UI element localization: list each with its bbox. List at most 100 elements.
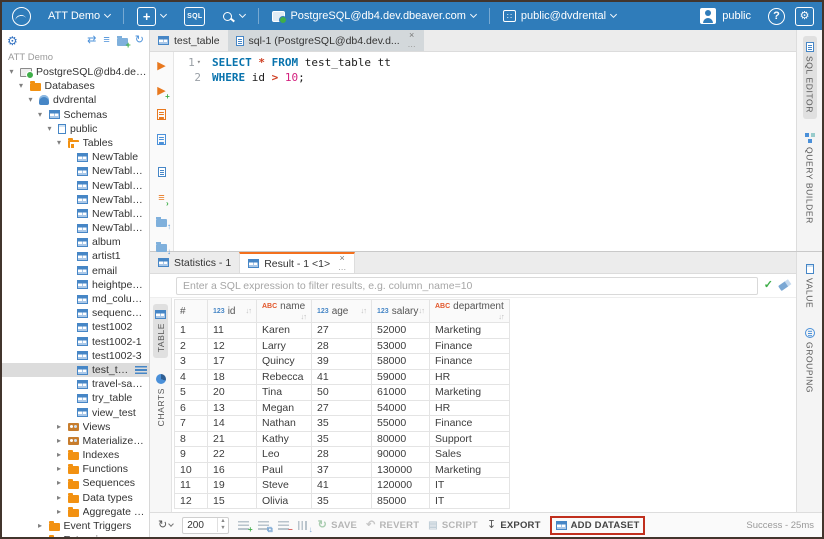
side-tab-query-builder[interactable]: QUERY BUILDER xyxy=(803,127,817,230)
data-cell[interactable]: 54000 xyxy=(372,400,430,416)
expander-down-icon[interactable] xyxy=(36,108,45,122)
fold-icon[interactable]: ▾ xyxy=(197,55,201,70)
data-cell[interactable]: 130000 xyxy=(372,462,430,478)
tree-item-md-column1[interactable]: md_column1 xyxy=(2,292,149,306)
tree-item-artist1[interactable]: artist1 xyxy=(2,249,149,263)
sort-icon[interactable] xyxy=(246,306,252,315)
help-button[interactable]: ? xyxy=(768,8,785,25)
side-tab-sql-editor[interactable]: SQL EDITOR xyxy=(803,36,817,119)
execute-script-icon[interactable] xyxy=(157,106,166,124)
sort-icon[interactable] xyxy=(301,312,307,321)
data-cell[interactable]: Marketing xyxy=(430,385,510,401)
new-sql-editor-button[interactable]: SQL xyxy=(177,2,212,30)
data-cell[interactable]: 90000 xyxy=(372,447,430,463)
tree-item-newtable-5[interactable]: NewTable_5 xyxy=(2,221,149,235)
tree-item-tables[interactable]: Tables xyxy=(2,136,149,150)
tree-item-newtable-2[interactable]: NewTable_2 xyxy=(2,179,149,193)
execution-plan-icon[interactable]: › xyxy=(158,188,164,206)
data-cell[interactable]: Nathan xyxy=(257,416,312,432)
tree-item-newtable-3[interactable]: NewTable_3 xyxy=(2,193,149,207)
data-cell[interactable]: 35 xyxy=(312,493,372,509)
data-cell[interactable]: Marketing xyxy=(430,323,510,339)
settings-button[interactable] xyxy=(795,7,814,26)
execute-icon[interactable] xyxy=(157,56,165,74)
data-cell[interactable]: 28 xyxy=(312,447,372,463)
tree-item-heightpeople[interactable]: heightpeople xyxy=(2,278,149,292)
data-cell[interactable]: 41 xyxy=(312,478,372,494)
data-cell[interactable]: 15 xyxy=(208,493,257,509)
search-dropdown[interactable] xyxy=(216,2,252,30)
new-object-button[interactable] xyxy=(130,2,173,30)
tree-item-extensions[interactable]: Extensions xyxy=(2,533,149,537)
revert-button[interactable]: REVERT xyxy=(366,520,419,531)
data-cell[interactable]: HR xyxy=(430,369,510,385)
execute-new-tab-icon[interactable]: + xyxy=(157,81,165,99)
data-cell[interactable]: Karen xyxy=(257,323,312,339)
data-cell[interactable]: 50 xyxy=(312,385,372,401)
delete-row-icon[interactable]: − xyxy=(278,521,289,530)
expander-right-icon[interactable] xyxy=(55,462,64,476)
data-cell[interactable]: Rebecca xyxy=(257,369,312,385)
tree-item-schemas[interactable]: Schemas xyxy=(2,108,149,122)
data-cell[interactable]: 27 xyxy=(312,400,372,416)
table-row[interactable]: 418Rebecca4159000HR xyxy=(175,369,510,385)
link-editor-icon[interactable] xyxy=(103,35,109,46)
tree-item-materialized-views[interactable]: Materialized Views xyxy=(2,434,149,448)
data-cell[interactable]: 20 xyxy=(208,385,257,401)
data-cell[interactable]: Paul xyxy=(257,462,312,478)
tree-item-test1002[interactable]: test1002 xyxy=(2,320,149,334)
data-cell[interactable]: 55000 xyxy=(372,416,430,432)
item-menu-icon[interactable] xyxy=(135,366,147,374)
tree-item-test1002-3[interactable]: test1002-3 xyxy=(2,349,149,363)
tree-item-album[interactable]: album xyxy=(2,235,149,249)
new-script-icon[interactable] xyxy=(158,163,166,181)
data-cell[interactable]: 22 xyxy=(208,447,257,463)
expander-right-icon[interactable] xyxy=(36,519,45,533)
tree-item-sequence-test[interactable]: sequence_test xyxy=(2,306,149,320)
data-cell[interactable]: 27 xyxy=(312,323,372,339)
add-row-icon[interactable]: + xyxy=(238,521,249,530)
table-row[interactable]: 317Quincy3958000Finance xyxy=(175,354,510,370)
data-cell[interactable]: Megan xyxy=(257,400,312,416)
table-row[interactable]: 520Tina5061000Marketing xyxy=(175,385,510,401)
sql-code-area[interactable]: 1▾SELECT * FROM test_table tt2WHERE id >… xyxy=(174,52,796,251)
tab-menu-icon[interactable] xyxy=(338,264,346,275)
collapse-folders-icon[interactable] xyxy=(117,38,128,46)
table-row[interactable]: 212Larry2853000Finance xyxy=(175,338,510,354)
data-cell[interactable]: 61000 xyxy=(372,385,430,401)
data-cell[interactable]: Finance xyxy=(430,354,510,370)
data-cell[interactable]: Steve xyxy=(257,478,312,494)
column-header-department[interactable]: ABCdepartment xyxy=(430,300,510,323)
editor-tab-sql-1-postgresql-db4-dev-d[interactable]: sql-1 (PostgreSQL@db4.dev.d... xyxy=(228,30,424,51)
save-button[interactable]: SAVE xyxy=(318,520,357,531)
data-cell[interactable]: 37 xyxy=(312,462,372,478)
tab-menu-icon[interactable] xyxy=(408,41,416,52)
data-cell[interactable]: IT xyxy=(430,478,510,494)
export-button[interactable]: EXPORT xyxy=(487,520,541,531)
data-cell[interactable]: 53000 xyxy=(372,338,430,354)
tree-item-newtable-4[interactable]: NewTable_4 xyxy=(2,207,149,221)
tree-item-sequences[interactable]: Sequences xyxy=(2,476,149,490)
table-row[interactable]: 821Kathy3580000Support xyxy=(175,431,510,447)
script-button[interactable]: SCRIPT xyxy=(428,520,478,531)
workspace-dropdown[interactable]: ATT Demo xyxy=(41,2,117,30)
data-cell[interactable]: Olivia xyxy=(257,493,312,509)
connection-dropdown[interactable]: PostgreSQL@db4.dev.dbeaver.com xyxy=(265,2,482,30)
data-cell[interactable]: 35 xyxy=(312,416,372,432)
data-cell[interactable]: Sales xyxy=(430,447,510,463)
copy-row-icon[interactable]: ↓ xyxy=(298,521,309,530)
expander-right-icon[interactable] xyxy=(55,491,64,505)
duplicate-row-icon[interactable]: ⧉ xyxy=(258,521,269,530)
stepper-arrows[interactable]: ▲▼ xyxy=(217,518,227,532)
table-row[interactable]: 922Leo2890000Sales xyxy=(175,447,510,463)
column-header-name[interactable]: ABCname xyxy=(257,300,312,323)
data-cell[interactable]: Larry xyxy=(257,338,312,354)
data-cell[interactable]: 16 xyxy=(208,462,257,478)
data-cell[interactable]: 28 xyxy=(312,338,372,354)
explain-plan-icon[interactable] xyxy=(157,131,166,149)
editor-tab-test-table[interactable]: test_table xyxy=(150,30,228,51)
data-cell[interactable]: HR xyxy=(430,400,510,416)
expander-right-icon[interactable] xyxy=(55,448,64,462)
data-cell[interactable]: 58000 xyxy=(372,354,430,370)
panel-tab-grouping[interactable]: GROUPING xyxy=(803,322,817,399)
